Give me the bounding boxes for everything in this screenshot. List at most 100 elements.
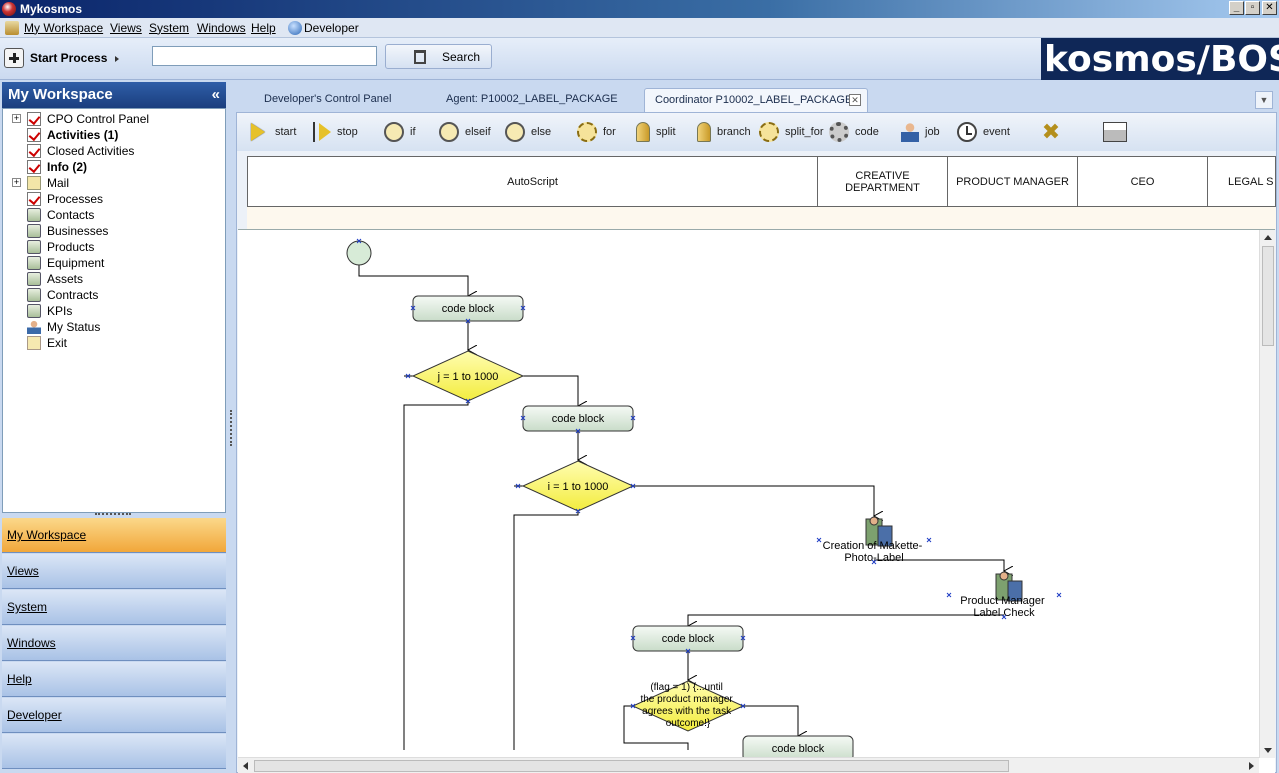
tree-item[interactable]: Products [3,239,223,255]
workspace-panel: My Workspace « + CPO Control Panel Activit… [0,80,228,773]
code-block-3[interactable]: code block [632,625,744,652]
tool-label: branch [717,126,751,138]
stop-icon [313,122,331,142]
search-button-label: Search [442,49,481,64]
tool-job[interactable]: job [901,120,940,144]
menu-system[interactable]: System [149,21,189,35]
svg-text:code block: code block [442,303,495,315]
nav-button[interactable]: Help [2,662,226,697]
search-icon [414,49,426,64]
for-loop-j[interactable]: j = 1 to 1000 [411,350,525,402]
elseif-icon [439,122,459,142]
close-tab-icon[interactable]: ✕ [849,94,861,106]
job-product-manager-label-check[interactable]: Product Manager Label Check [960,571,1047,619]
person-icon [27,320,41,334]
tree-item-label: My Status [47,320,101,334]
workspace-tree: + CPO Control Panel Activities (1) Closed A… [2,108,226,513]
tool-code[interactable]: code [829,120,879,144]
tool-stop[interactable]: stop [313,120,358,144]
tree-item[interactable]: + Mail [3,175,223,191]
nav-button[interactable]: Views [2,554,226,589]
job-creation-of-makette[interactable]: Creation of Makette- Photo-Label [823,516,926,564]
tree-item[interactable]: Closed Activities [3,143,223,159]
tool-elseif[interactable]: elseif [439,120,491,144]
tool-split-for[interactable]: split_for [759,120,824,144]
tree-item-label: Processes [47,192,104,206]
delete-icon[interactable]: ✖ [1040,121,1062,143]
tab-developers-control-panel[interactable]: Developer's Control Panel [254,88,434,112]
tree-item[interactable]: Exit [3,335,223,351]
menu-my-workspace[interactable]: My Workspace [24,21,103,35]
tool-branch[interactable]: branch [697,120,751,144]
tree-item[interactable]: Info (2) [3,159,223,175]
code-block-4[interactable]: code block [742,735,854,758]
search-input[interactable] [152,46,377,66]
tab-agent[interactable]: Agent: P10002_LABEL_PACKAGE [436,88,641,112]
expand-icon[interactable]: + [12,178,21,187]
tree-item[interactable]: Contacts [3,207,223,223]
tool-label: event [983,126,1010,138]
tab-coordinator[interactable]: Coordinator P10002_LABEL_PACKAGE ✕ [644,88,868,112]
card-icon [27,240,41,254]
lane-header: CEO [1078,157,1208,206]
tool-label: code [855,126,879,138]
connectors [358,265,1004,750]
tool-if[interactable]: if [384,120,416,144]
tree-item[interactable]: Contracts [3,287,223,303]
tool-label: else [531,126,552,138]
start-process-button[interactable]: Start Process [4,46,107,70]
nav-button-label: Developer [7,708,62,722]
tab-label: Developer's Control Panel [264,93,392,105]
nav-button[interactable]: Developer [2,698,226,733]
for-loop-i[interactable]: i = 1 to 1000 [521,460,635,512]
tool-split[interactable]: split [636,120,676,144]
tree-item[interactable]: Assets [3,271,223,287]
tool-event[interactable]: event [957,120,1010,144]
minimize-button[interactable]: _ [1229,1,1244,15]
tree-item[interactable]: Businesses [3,223,223,239]
menu-windows[interactable]: Windows [197,21,246,35]
tree-item[interactable]: KPIs [3,303,223,319]
nav-button[interactable]: Windows [2,626,226,661]
tree-item[interactable]: Activities (1) [3,127,223,143]
collapse-panel-icon[interactable]: « [212,82,220,108]
lane-header: PRODUCT MANAGER [948,157,1078,206]
menu-developer[interactable]: Developer [304,21,359,35]
code-block-1[interactable]: code block [412,295,524,322]
workspace-header: My Workspace « [2,82,226,108]
tree-item-label: CPO Control Panel [47,112,150,126]
code-block-2[interactable]: code block [522,405,634,432]
search-button[interactable]: Search [385,44,492,69]
vertical-scrollbar[interactable] [1259,230,1275,758]
panel-splitter-handle[interactable] [95,513,131,517]
nav-button-label: My Workspace [7,528,87,542]
tool-for[interactable]: for [577,120,616,144]
vertical-scroll-thumb[interactable] [1262,246,1274,346]
lane-header: AutoScript [248,157,818,206]
horizontal-scroll-thumb[interactable] [254,760,1009,772]
tool-start[interactable]: start [251,120,296,144]
horizontal-scrollbar[interactable] [238,757,1259,773]
nav-button[interactable]: System [2,590,226,625]
tabs-menu-icon[interactable]: ▼ [1255,91,1273,109]
tree-item[interactable]: Equipment [3,255,223,271]
tool-label: split [656,126,676,138]
restore-button[interactable]: ▫ [1245,1,1260,15]
nav-button[interactable]: My Workspace [2,518,226,553]
start-node[interactable] [346,240,372,266]
start-process-dropdown-arrow-icon[interactable] [115,56,119,62]
card-icon [27,224,41,238]
tab-strip: Developer's Control Panel Agent: P10002_… [234,88,1279,112]
print-icon[interactable] [1103,122,1127,142]
menu-help[interactable]: Help [251,21,276,35]
tree-item[interactable]: + CPO Control Panel [3,111,223,127]
tree-item[interactable]: My Status [3,319,223,335]
tool-else[interactable]: else [505,120,551,144]
expand-icon[interactable]: + [12,114,21,123]
tree-item[interactable]: Processes [3,191,223,207]
nav-button-label: Views [7,564,39,578]
menu-views[interactable]: Views [110,21,142,35]
tree-item-label: KPIs [47,304,73,318]
close-button[interactable]: ✕ [1262,1,1277,15]
until-decision[interactable]: (flag = 1) {...until the product manager… [631,680,745,732]
